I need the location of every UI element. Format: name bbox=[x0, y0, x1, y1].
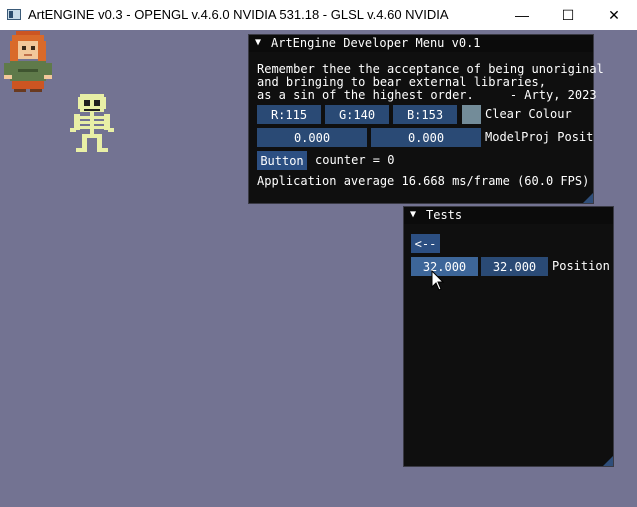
maximize-button[interactable]: ☐ bbox=[545, 0, 591, 30]
mouse-cursor-icon bbox=[431, 270, 445, 291]
app-icon bbox=[7, 9, 21, 20]
clear-colour-label: Clear Colour bbox=[485, 107, 572, 121]
resize-grip-icon[interactable] bbox=[583, 193, 593, 203]
tests-title: Tests bbox=[426, 208, 463, 222]
minimize-button[interactable]: — bbox=[499, 0, 545, 30]
character-sprite bbox=[4, 31, 52, 92]
counter-text: counter = 0 bbox=[315, 153, 395, 167]
resize-grip-icon[interactable] bbox=[603, 456, 613, 466]
quote-line-3: as a sin of the highest order. - Arty, 2… bbox=[257, 88, 597, 102]
position-label: Position bbox=[552, 259, 610, 273]
modelproj-label: ModelProj Posit bbox=[485, 130, 594, 144]
blue-channel-field[interactable]: B:153 bbox=[393, 105, 457, 124]
tests-header[interactable]: ▼ Tests bbox=[404, 207, 613, 224]
collapse-arrow-icon[interactable]: ▼ bbox=[255, 37, 261, 48]
dev-menu-window[interactable]: ▼ ArtEngine Developer Menu v0.1 Remember… bbox=[248, 34, 604, 204]
counter-button[interactable]: Button bbox=[257, 151, 307, 170]
modelproj-y-field[interactable]: 0.000 bbox=[371, 128, 481, 147]
close-button[interactable]: ✕ bbox=[591, 0, 637, 30]
clear-colour-swatch[interactable] bbox=[462, 105, 481, 124]
skeleton-sprite bbox=[70, 94, 114, 152]
tests-window[interactable]: ▼ Tests <-- 32.000 32.000 Position bbox=[403, 206, 614, 467]
title-bar: ArtENGINE v0.3 - OPENGL v.4.6.0 NVIDIA 5… bbox=[0, 0, 637, 30]
fps-text: Application average 16.668 ms/frame (60.… bbox=[257, 174, 590, 188]
position-y-field[interactable]: 32.000 bbox=[481, 257, 548, 276]
green-channel-field[interactable]: G:140 bbox=[325, 105, 389, 124]
collapse-arrow-icon[interactable]: ▼ bbox=[410, 209, 416, 220]
back-button[interactable]: <-- bbox=[411, 234, 440, 253]
modelproj-x-field[interactable]: 0.000 bbox=[257, 128, 367, 147]
window-title: ArtENGINE v0.3 - OPENGL v.4.6.0 NVIDIA 5… bbox=[28, 7, 449, 22]
red-channel-field[interactable]: R:115 bbox=[257, 105, 321, 124]
dev-menu-header[interactable]: ▼ ArtEngine Developer Menu v0.1 bbox=[249, 35, 593, 52]
dev-menu-title: ArtEngine Developer Menu v0.1 bbox=[271, 36, 481, 50]
